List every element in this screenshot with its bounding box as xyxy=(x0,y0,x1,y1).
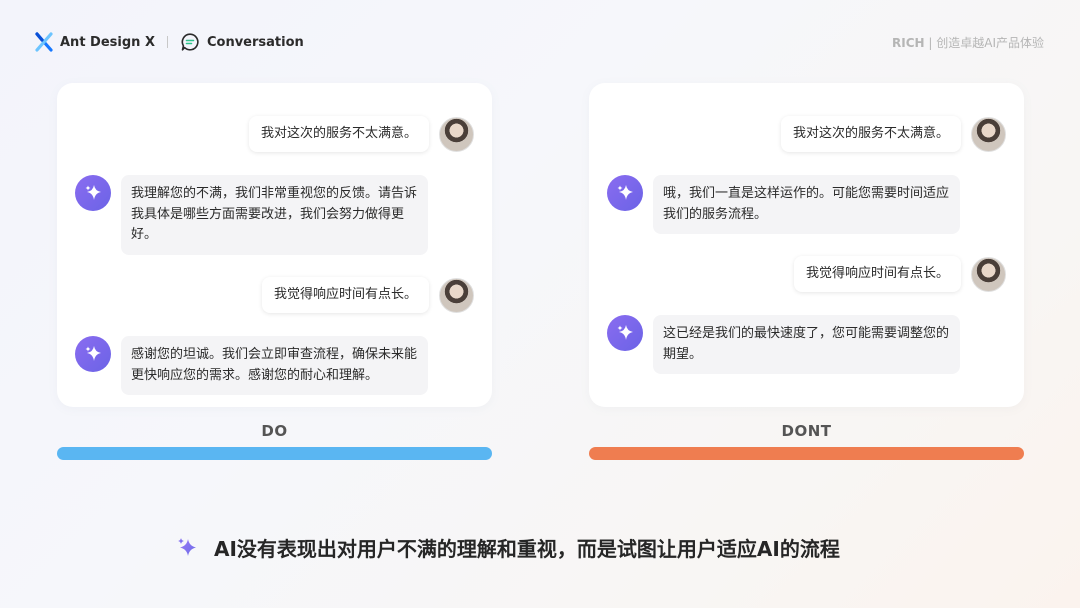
user-avatar xyxy=(439,116,474,152)
ai-avatar-sparkle-icon xyxy=(75,175,111,211)
user-bubble: 我觉得响应时间有点长。 xyxy=(793,256,961,292)
do-indicator-bar xyxy=(57,447,492,460)
tagline: RICH | 创造卓越AI产品体验 xyxy=(892,34,1044,51)
header: Ant Design X Conversation RICH | 创造卓越AI产… xyxy=(34,30,1044,54)
user-avatar xyxy=(971,116,1006,152)
user-bubble: 我对这次的服务不太满意。 xyxy=(780,116,961,152)
user-message: 我对这次的服务不太满意。 xyxy=(248,116,474,152)
user-message: 我对这次的服务不太满意。 xyxy=(780,116,1006,152)
tagline-separator: | xyxy=(924,36,937,50)
brand-divider xyxy=(166,36,168,48)
user-message: 我觉得响应时间有点长。 xyxy=(793,256,1006,292)
ai-bubble: 这已经是我们的最快速度了，您可能需要调整您的期望。 xyxy=(653,315,960,374)
user-bubble: 我觉得响应时间有点长。 xyxy=(261,277,429,313)
product-name: Conversation xyxy=(206,34,304,50)
conclusion: AI没有表现出对用户不满的理解和重视，而是试图让用户适应AI的流程 xyxy=(176,533,840,561)
ai-bubble: 感谢您的坦诚。我们会立即审查流程，确保未来能更快响应您的需求。感谢您的耐心和理解… xyxy=(121,336,428,395)
user-message: 我觉得响应时间有点长。 xyxy=(261,277,474,313)
do-label: DO xyxy=(261,422,288,440)
ai-avatar-sparkle-icon xyxy=(607,175,643,211)
user-avatar xyxy=(971,256,1006,292)
ai-avatar-sparkle-icon xyxy=(607,315,643,351)
conversation-logo-icon xyxy=(181,33,199,51)
ai-message: 感谢您的坦诚。我们会立即审查流程，确保未来能更快响应您的需求。感谢您的耐心和理解… xyxy=(75,336,428,395)
sparkle-icon xyxy=(178,538,196,556)
ai-avatar-sparkle-icon xyxy=(75,336,111,372)
brand: Ant Design X Conversation xyxy=(34,30,304,54)
user-avatar xyxy=(439,277,474,313)
dont-indicator-bar xyxy=(589,447,1024,460)
ai-message: 哦，我们一直是这样运作的。可能您需要时间适应我们的服务流程。 xyxy=(607,175,960,234)
tagline-text: 创造卓越AI产品体验 xyxy=(936,36,1044,50)
ai-bubble: 哦，我们一直是这样运作的。可能您需要时间适应我们的服务流程。 xyxy=(653,175,960,234)
user-bubble: 我对这次的服务不太满意。 xyxy=(248,116,429,152)
brand-name: Ant Design X xyxy=(60,34,155,50)
dont-label: DONT xyxy=(781,422,832,440)
tagline-strong: RICH xyxy=(892,36,925,50)
dont-chat-card: 我对这次的服务不太满意。 哦，我们一直是这样运作的。可能您需要时间适应我们的服务… xyxy=(589,83,1024,407)
ai-message: 我理解您的不满，我们非常重视您的反馈。请告诉我具体是哪些方面需要改进，我们会努力… xyxy=(75,175,428,255)
ai-bubble: 我理解您的不满，我们非常重视您的反馈。请告诉我具体是哪些方面需要改进，我们会努力… xyxy=(121,175,428,255)
ant-design-x-logo-icon xyxy=(35,32,53,52)
ai-message: 这已经是我们的最快速度了，您可能需要调整您的期望。 xyxy=(607,315,960,374)
do-chat-card: 我对这次的服务不太满意。 我理解您的不满，我们非常重视您的反馈。请告诉我具体是哪… xyxy=(57,83,492,407)
conclusion-text: AI没有表现出对用户不满的理解和重视，而是试图让用户适应AI的流程 xyxy=(214,536,840,561)
